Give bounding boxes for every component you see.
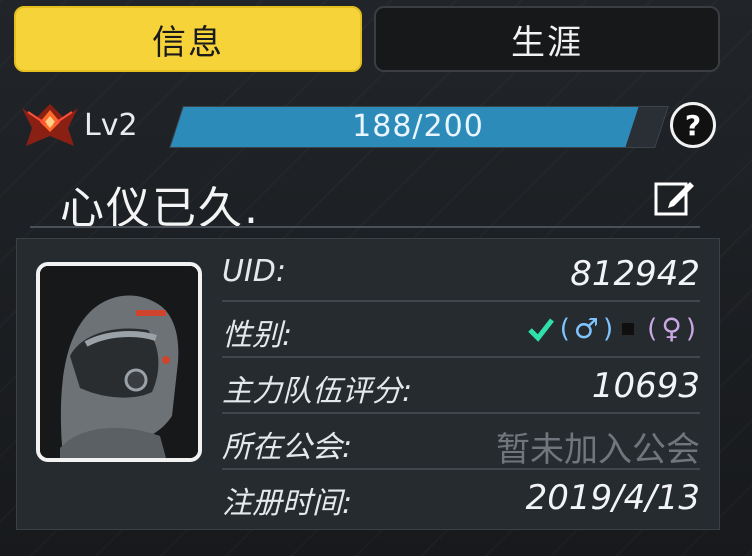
uid-value: 812942	[570, 254, 700, 294]
gender-label: 性别:	[222, 318, 293, 353]
uid-row: UID: 812942	[222, 246, 700, 302]
robot-helmet-avatar-icon	[40, 266, 198, 458]
registration-label: 注册时间:	[222, 486, 353, 521]
signature-divider	[30, 226, 700, 228]
registration-value: 2019/4/13	[525, 478, 700, 518]
power-value: 10693	[591, 366, 700, 406]
gender-female-option[interactable]: ( ♀ )	[621, 312, 696, 345]
gender-row: 性别: ( ♂ ) ( ♀ )	[222, 302, 700, 358]
guild-row: 所在公会: 暂未加入公会	[222, 414, 700, 470]
question-mark-icon: ?	[684, 108, 702, 142]
bracket-right: )	[685, 313, 696, 344]
player-level: Lv2	[84, 108, 138, 143]
male-symbol-icon: ♂	[573, 312, 600, 345]
uid-label: UID:	[222, 254, 287, 289]
help-button[interactable]: ?	[670, 102, 716, 148]
bracket-left: (	[647, 313, 658, 344]
bracket-right: )	[603, 313, 614, 344]
power-label: 主力队伍评分:	[222, 374, 413, 409]
tab-info[interactable]: 信息	[14, 6, 362, 72]
female-symbol-icon: ♀	[661, 312, 682, 345]
player-avatar[interactable]	[36, 262, 202, 462]
check-icon	[527, 317, 554, 342]
guild-value: 暂未加入公会	[496, 430, 700, 470]
xp-text: 188/200	[352, 108, 484, 144]
power-row: 主力队伍评分: 10693	[222, 358, 700, 414]
registration-row: 注册时间: 2019/4/13	[222, 470, 700, 526]
unselected-box-icon	[621, 321, 636, 336]
rank-emblem-icon	[22, 104, 78, 146]
gender-options: ( ♂ ) ( ♀ )	[526, 312, 696, 345]
tab-bar: 信息 生涯	[14, 6, 720, 74]
guild-label: 所在公会:	[222, 430, 353, 465]
gender-male-option[interactable]: ( ♂ )	[526, 312, 613, 345]
edit-icon[interactable]	[650, 176, 698, 220]
bracket-left: (	[559, 313, 570, 344]
tab-career[interactable]: 生涯	[374, 6, 720, 72]
